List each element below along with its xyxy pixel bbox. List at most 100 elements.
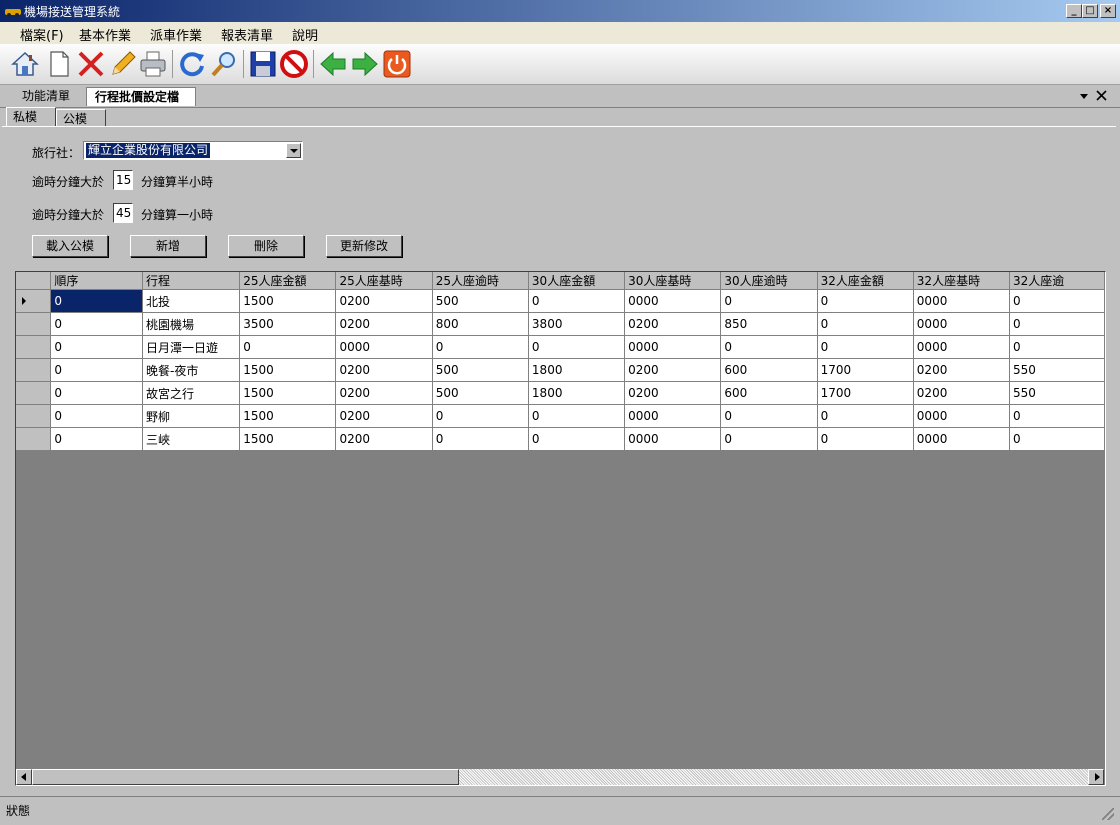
row-header[interactable] [16,312,52,336]
menu-dispatch[interactable]: 派車作業 [150,25,202,44]
load-public-template-button[interactable]: 載入公模 [32,235,108,257]
table-cell[interactable]: 0 [817,312,914,336]
table-cell[interactable]: 1800 [528,358,626,382]
back-arrow-icon[interactable] [318,49,348,79]
table-cell[interactable]: 0200 [913,358,1011,382]
row-header[interactable] [16,381,52,405]
column-header[interactable]: 30人座基時 [624,272,722,290]
table-row[interactable]: 0 日月潭一日遊 0 0000 0 0 0000 0 0 0000 0 [16,335,1105,359]
edit-pencil-icon[interactable] [108,49,138,79]
table-cell[interactable]: 0200 [335,381,433,405]
save-icon[interactable] [248,49,278,79]
row-header[interactable] [16,404,52,428]
scroll-left-button[interactable] [16,769,32,785]
table-cell[interactable]: 0000 [624,289,722,313]
table-cell[interactable]: 0 [50,335,144,359]
table-cell[interactable]: 三峽 [142,427,241,451]
add-button[interactable]: 新增 [130,235,206,257]
table-cell[interactable]: 0 [1009,289,1105,313]
table-cell[interactable]: 0 [817,289,914,313]
table-cell[interactable]: 桃園機場 [142,312,241,336]
table-cell[interactable]: 0000 [624,404,722,428]
maximize-button[interactable]: □ [1082,4,1098,18]
close-icon[interactable] [1096,90,1107,101]
table-cell[interactable]: 0 [50,427,144,451]
table-cell[interactable]: 600 [720,358,818,382]
table-cell[interactable]: 0 [1009,404,1105,428]
tab-function-list[interactable]: 功能清單 [14,87,84,106]
scroll-track[interactable] [459,769,1088,785]
table-cell[interactable]: 0 [50,404,144,428]
dropdown-arrow-icon[interactable] [286,143,301,158]
home-icon[interactable] [10,49,40,79]
table-cell[interactable]: 0 [239,335,337,359]
table-cell[interactable]: 1500 [239,381,337,405]
search-icon[interactable] [209,49,239,79]
table-cell[interactable]: 0 [432,404,529,428]
power-icon[interactable] [382,49,412,79]
table-cell[interactable]: 0 [50,381,144,405]
tab-private[interactable]: 私模 [6,107,56,127]
table-cell[interactable]: 野柳 [142,404,241,428]
table-cell[interactable]: 0000 [624,335,722,359]
forward-arrow-icon[interactable] [350,49,380,79]
table-cell[interactable]: 0 [720,289,818,313]
minimize-button[interactable]: _ [1066,4,1082,18]
table-cell[interactable]: 3500 [239,312,337,336]
new-document-icon[interactable] [44,49,74,79]
print-icon[interactable] [138,49,168,79]
table-cell[interactable]: 0000 [913,335,1011,359]
agency-select[interactable]: 輝立企業股份有限公司 [83,141,303,160]
table-row[interactable]: 0 三峽 1500 0200 0 0 0000 0 0 0000 0 [16,427,1105,451]
scroll-right-button[interactable] [1088,769,1104,785]
horizontal-scrollbar[interactable] [16,769,1104,785]
table-cell[interactable]: 0 [432,427,529,451]
table-cell[interactable]: 0 [1009,427,1105,451]
table-cell[interactable]: 0 [720,427,818,451]
resize-grip-icon[interactable] [1102,808,1114,820]
refresh-icon[interactable] [177,49,207,79]
table-cell[interactable]: 800 [432,312,529,336]
row-header[interactable] [16,427,52,451]
tab-public[interactable]: 公模 [56,109,106,127]
table-cell[interactable]: 0000 [913,404,1011,428]
table-cell[interactable]: 1500 [239,427,337,451]
table-cell[interactable]: 0 [817,404,914,428]
delete-icon[interactable] [76,49,106,79]
table-cell[interactable]: 北投 [142,289,241,313]
chevron-down-icon[interactable] [1079,91,1089,101]
column-header[interactable]: 32人座金額 [817,272,914,290]
table-cell[interactable]: 0 [1009,312,1105,336]
table-cell[interactable]: 0 [720,404,818,428]
table-cell[interactable]: 550 [1009,358,1105,382]
overtime-hour-input[interactable]: 45 [113,203,133,223]
stop-icon[interactable] [279,49,309,79]
column-header[interactable]: 32人座基時 [913,272,1011,290]
scroll-thumb[interactable] [32,769,459,785]
tab-route-pricing[interactable]: 行程批價設定檔 [86,87,196,106]
table-cell[interactable]: 0 [817,427,914,451]
overtime-half-input[interactable]: 15 [113,170,133,190]
table-cell[interactable]: 0200 [335,289,433,313]
row-header[interactable] [16,335,52,359]
column-header[interactable]: 25人座金額 [239,272,337,290]
table-cell[interactable]: 0000 [913,312,1011,336]
column-header[interactable]: 32人座逾 [1009,272,1105,290]
table-cell[interactable]: 日月潭一日遊 [142,335,241,359]
column-header[interactable]: 行程 [142,272,241,290]
table-cell[interactable]: 500 [432,381,529,405]
table-cell[interactable]: 1700 [817,358,914,382]
table-cell[interactable]: 0200 [335,427,433,451]
table-row[interactable]: 0 北投 1500 0200 500 0 0000 0 0 0000 0 [16,289,1105,313]
close-window-button[interactable]: × [1100,4,1116,18]
table-cell[interactable]: 500 [432,289,529,313]
table-cell[interactable]: 0200 [335,312,433,336]
table-cell[interactable]: 1700 [817,381,914,405]
table-cell[interactable]: 550 [1009,381,1105,405]
table-row[interactable]: 0 故宮之行 1500 0200 500 1800 0200 600 1700 0200 550 [16,381,1105,405]
table-cell[interactable]: 故宮之行 [142,381,241,405]
table-cell[interactable]: 1800 [528,381,626,405]
table-row[interactable]: 0 桃園機場 3500 0200 800 3800 0200 850 0 0000 0 [16,312,1105,336]
update-button[interactable]: 更新修改 [326,235,402,257]
menu-reports[interactable]: 報表清單 [221,25,273,44]
